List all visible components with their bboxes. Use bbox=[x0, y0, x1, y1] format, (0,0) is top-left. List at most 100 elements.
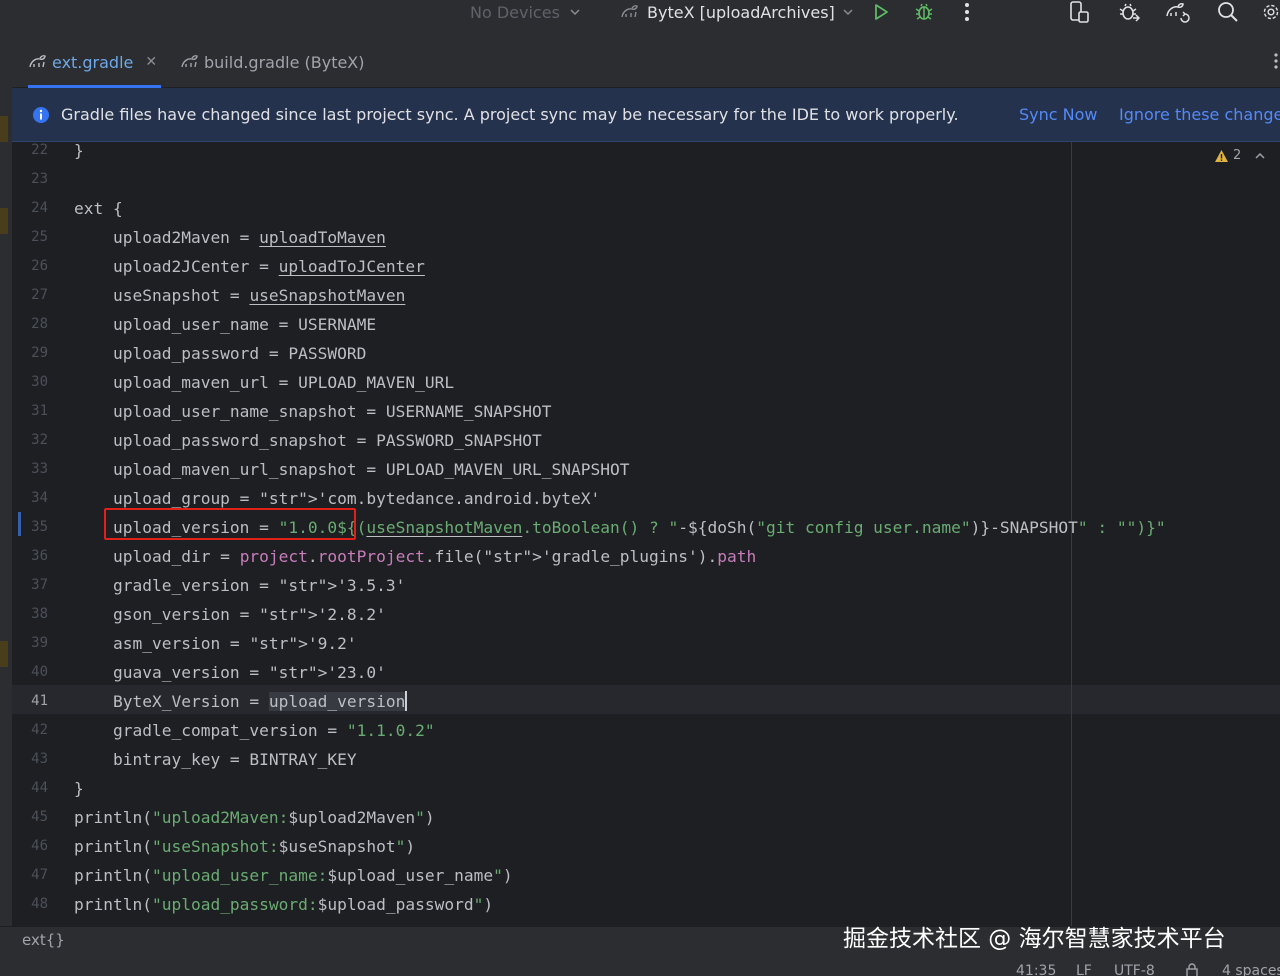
code-text: upload2Maven = uploadToMaven bbox=[74, 228, 386, 247]
indent-setting[interactable]: 4 spaces bbox=[1222, 963, 1280, 976]
code-line[interactable]: 36 upload_dir = project.rootProject.file… bbox=[12, 542, 1280, 571]
code-text: } bbox=[74, 779, 84, 798]
code-text: upload_password = PASSWORD bbox=[74, 344, 367, 363]
lock-icon[interactable] bbox=[1184, 963, 1200, 976]
code-text: upload_dir = project.rootProject.file("s… bbox=[74, 547, 757, 566]
search-icon bbox=[1218, 2, 1238, 22]
code-text: upload_maven_url_snapshot = UPLOAD_MAVEN… bbox=[74, 460, 630, 479]
line-number: 46 bbox=[31, 838, 48, 854]
line-number: 42 bbox=[31, 722, 48, 738]
caret-position[interactable]: 41:35 bbox=[1016, 963, 1056, 976]
device-selector[interactable]: No Devices bbox=[470, 0, 582, 24]
close-tab-icon[interactable]: ✕ bbox=[145, 54, 157, 70]
settings-button[interactable] bbox=[1262, 0, 1280, 24]
file-encoding[interactable]: UTF-8 bbox=[1114, 963, 1155, 976]
code-text: gradle_compat_version = "1.1.0.2" bbox=[74, 721, 435, 740]
code-line[interactable]: 23 bbox=[12, 165, 1280, 194]
info-icon bbox=[33, 106, 49, 123]
code-line[interactable]: 30 upload_maven_url = UPLOAD_MAVEN_URL bbox=[12, 368, 1280, 397]
line-number: 22 bbox=[31, 142, 48, 158]
code-line[interactable]: 25 upload2Maven = uploadToMaven bbox=[12, 223, 1280, 252]
line-number: 38 bbox=[31, 606, 48, 622]
search-button[interactable] bbox=[1216, 0, 1240, 24]
line-number: 45 bbox=[31, 809, 48, 825]
attach-debugger-icon bbox=[1119, 3, 1141, 22]
line-number: 28 bbox=[31, 316, 48, 332]
left-tool-strip bbox=[0, 36, 12, 926]
code-line[interactable]: 29 upload_password = PASSWORD bbox=[12, 339, 1280, 368]
line-number: 32 bbox=[31, 432, 48, 448]
gradle-file-icon bbox=[181, 55, 198, 68]
code-line[interactable]: 24 ext { bbox=[12, 194, 1280, 223]
line-number: 23 bbox=[31, 171, 48, 187]
gradle-sync-banner: Gradle files have changed since last pro… bbox=[12, 88, 1280, 142]
tab-build-gradle[interactable]: build.gradle (ByteX) bbox=[180, 36, 365, 88]
line-number: 25 bbox=[31, 229, 48, 245]
line-number: 33 bbox=[31, 461, 48, 477]
line-number: 43 bbox=[31, 751, 48, 767]
annotation-red-box bbox=[104, 508, 356, 540]
main-toolbar: No Devices ByteX [uploadArchives] bbox=[0, 0, 1280, 36]
more-vertical-icon bbox=[1274, 53, 1278, 69]
code-line[interactable]: 48 println("upload_password:$upload_passw… bbox=[12, 890, 1280, 919]
code-line[interactable]: 28 upload_user_name = USERNAME bbox=[12, 310, 1280, 339]
code-line[interactable]: 46 println("useSnapshot:$useSnapshot") bbox=[12, 832, 1280, 861]
status-bar: ext{} 掘金技术社区 @ 海尔智慧家技术平台 41:35 LF UTF-8 … bbox=[0, 926, 1280, 976]
attach-debugger-button[interactable] bbox=[1116, 0, 1142, 24]
more-actions-button[interactable] bbox=[956, 0, 978, 24]
code-line[interactable]: 26 upload2JCenter = uploadToJCenter bbox=[12, 252, 1280, 281]
strip-marker bbox=[0, 208, 8, 234]
editor-tab-bar: ext.gradle ✕ build.gradle (ByteX) bbox=[12, 36, 1280, 88]
code-line[interactable]: 33 upload_maven_url_snapshot = UPLOAD_MA… bbox=[12, 455, 1280, 484]
line-number: 37 bbox=[31, 577, 48, 593]
run-configuration-selector[interactable]: ByteX [uploadArchives] bbox=[620, 0, 855, 24]
more-vertical-icon bbox=[965, 3, 969, 21]
code-line[interactable]: 31 upload_user_name_snapshot = USERNAME_… bbox=[12, 397, 1280, 426]
watermark: 掘金技术社区 @ 海尔智慧家技术平台 bbox=[843, 926, 1226, 952]
ignore-changes-link[interactable]: Ignore these changes bbox=[1119, 105, 1280, 124]
device-manager-icon bbox=[1070, 1, 1089, 23]
code-editor[interactable]: 2 22} 23 24 ext {25 upload2Maven = uploadTo… bbox=[12, 142, 1280, 926]
code-line[interactable]: 45 println("upload2Maven:$upload2Maven") bbox=[12, 803, 1280, 832]
device-selector-label: No Devices bbox=[470, 2, 560, 22]
code-text: upload_password_snapshot = PASSWORD_SNAP… bbox=[74, 431, 542, 450]
breadcrumb[interactable]: ext{} bbox=[22, 931, 65, 949]
code-line[interactable]: 39 asm_version = "str">'9.2' bbox=[12, 629, 1280, 658]
code-line[interactable]: 27 useSnapshot = useSnapshotMaven bbox=[12, 281, 1280, 310]
code-line[interactable]: 47 println("upload_user_name:$upload_user… bbox=[12, 861, 1280, 890]
tab-label: build.gradle (ByteX) bbox=[204, 52, 365, 72]
tab-overflow-menu[interactable] bbox=[1274, 52, 1278, 74]
code-line[interactable]: 32 upload_password_snapshot = PASSWORD_S… bbox=[12, 426, 1280, 455]
debug-button[interactable] bbox=[912, 0, 936, 24]
code-line[interactable]: 40 guava_version = "str">'23.0' bbox=[12, 658, 1280, 687]
line-number: 47 bbox=[31, 867, 48, 883]
run-button[interactable] bbox=[870, 0, 892, 24]
tab-label: ext.gradle bbox=[52, 52, 134, 72]
code-text: bintray_key = BINTRAY_KEY bbox=[74, 750, 357, 769]
sync-now-link[interactable]: Sync Now bbox=[1019, 105, 1098, 124]
line-number: 41 bbox=[31, 693, 48, 709]
run-icon bbox=[875, 4, 888, 20]
strip-marker bbox=[0, 641, 8, 667]
line-number: 40 bbox=[31, 664, 48, 680]
code-line[interactable]: 42 gradle_compat_version = "1.1.0.2" bbox=[12, 716, 1280, 745]
line-separator[interactable]: LF bbox=[1076, 963, 1092, 976]
line-number: 30 bbox=[31, 374, 48, 390]
line-number: 34 bbox=[31, 490, 48, 506]
code-line[interactable]: 43 bintray_key = BINTRAY_KEY bbox=[12, 745, 1280, 774]
chevron-down-icon bbox=[843, 9, 853, 16]
code-text: } bbox=[74, 142, 84, 160]
line-number: 44 bbox=[31, 780, 48, 796]
device-manager-button[interactable] bbox=[1066, 0, 1092, 24]
code-text: upload_maven_url = UPLOAD_MAVEN_URL bbox=[74, 373, 455, 392]
code-line[interactable]: 41 ByteX_Version = upload_version bbox=[12, 687, 1280, 716]
line-number: 27 bbox=[31, 287, 48, 303]
sync-gradle-button[interactable] bbox=[1164, 0, 1192, 24]
code-line[interactable]: 38 gson_version = "str">'2.8.2' bbox=[12, 600, 1280, 629]
gradle-file-icon bbox=[29, 55, 46, 68]
code-line[interactable]: 44} bbox=[12, 774, 1280, 803]
code-text: useSnapshot = useSnapshotMaven bbox=[74, 286, 406, 305]
code-line[interactable]: 37 gradle_version = "str">'3.5.3' bbox=[12, 571, 1280, 600]
code-line[interactable]: 22} bbox=[12, 142, 1280, 165]
tab-ext-gradle[interactable]: ext.gradle ✕ bbox=[28, 36, 162, 88]
